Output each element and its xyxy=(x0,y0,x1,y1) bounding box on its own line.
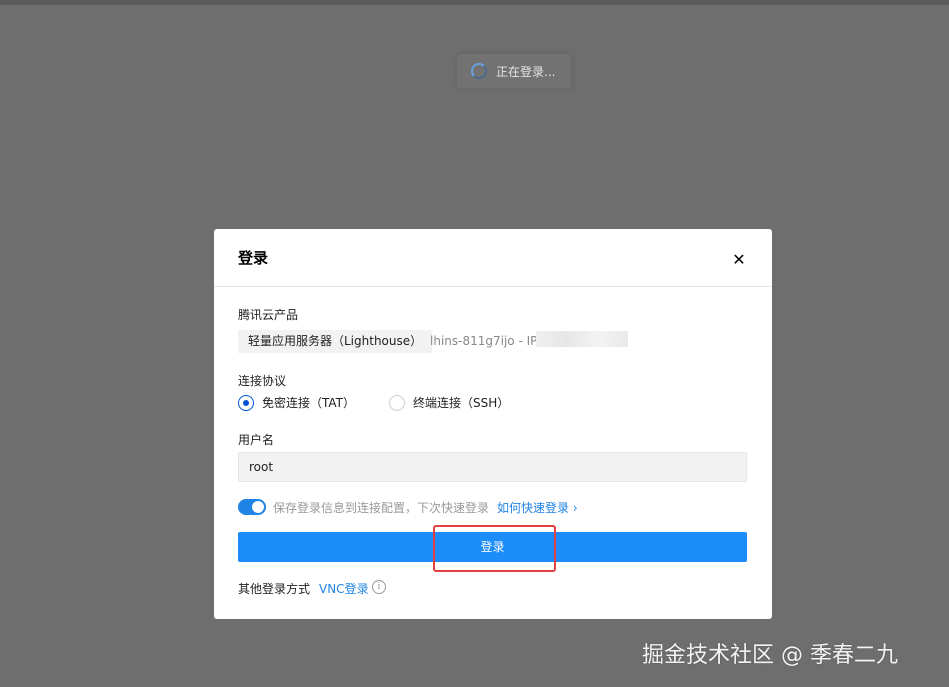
top-bar xyxy=(0,0,949,5)
other-login-label: 其他登录方式 xyxy=(238,582,311,596)
product-label: 腾讯云产品 xyxy=(238,308,299,322)
save-login-text: 保存登录信息到连接配置，下次快速登录 xyxy=(273,501,490,515)
vnc-login-link[interactable]: VNC登录 xyxy=(319,580,369,597)
loading-toast: 正在登录... xyxy=(457,54,571,88)
dialog-title: 登录 xyxy=(238,249,269,267)
protocol-label: 连接协议 xyxy=(238,374,287,388)
divider xyxy=(214,286,772,287)
radio-ssh[interactable] xyxy=(389,394,406,411)
toast-text: 正在登录... xyxy=(496,64,556,79)
login-dialog: 登录 ✕ 腾讯云产品 轻量应用服务器（Lighthouse） lhins-811… xyxy=(214,229,772,619)
radio-tat-label[interactable]: 免密连接（TAT） xyxy=(262,394,355,411)
username-label: 用户名 xyxy=(238,433,275,447)
spinner-icon xyxy=(471,63,487,79)
info-icon[interactable]: i xyxy=(372,580,386,594)
watermark: 掘金技术社区 @ 季春二九 xyxy=(642,643,898,668)
radio-ssh-label[interactable]: 终端连接（SSH） xyxy=(413,394,509,411)
radio-tat[interactable] xyxy=(238,394,254,411)
username-input[interactable]: root xyxy=(238,452,747,482)
save-login-toggle[interactable] xyxy=(238,499,266,515)
product-tag: 轻量应用服务器（Lighthouse） xyxy=(238,330,433,353)
ip-redacted xyxy=(536,331,628,347)
highlight-box xyxy=(433,525,556,572)
close-icon[interactable]: ✕ xyxy=(732,252,746,268)
protocol-radio-group: 免密连接（TAT） 终端连接（SSH） xyxy=(238,394,543,411)
quick-login-link[interactable]: 如何快速登录 › xyxy=(497,499,578,516)
instance-info: lhins-811g7ijo - IP: 1 xyxy=(430,334,553,348)
